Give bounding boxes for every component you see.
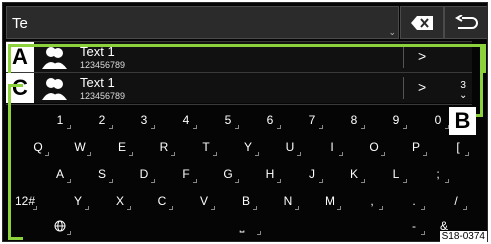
key[interactable]: C (148, 190, 176, 212)
key[interactable]: T (192, 136, 220, 158)
back-button[interactable] (444, 6, 487, 39)
key[interactable]: P (402, 136, 430, 158)
keyboard: 1 2 3 4 5 6 7 8 9 0 Q W E R T Y U I O P … (6, 109, 476, 241)
key[interactable]: V (190, 190, 218, 212)
backspace-icon (411, 15, 433, 30)
key[interactable]: Y (234, 136, 262, 158)
details-arrow-icon[interactable]: > (418, 79, 426, 95)
search-input[interactable]: Te ⌄ (6, 6, 399, 39)
contact-number: 123456789 (80, 91, 126, 101)
key[interactable]: U (276, 136, 304, 158)
key[interactable]: 3 (130, 109, 158, 131)
key[interactable]: . (400, 190, 428, 212)
key[interactable]: G (214, 163, 242, 185)
key[interactable]: - (400, 215, 428, 237)
globe-icon (54, 220, 66, 232)
key[interactable]: E (108, 136, 136, 158)
key[interactable]: B (232, 190, 260, 212)
contact-icon (42, 78, 67, 100)
key[interactable]: 8 (340, 109, 368, 131)
key[interactable]: [ (444, 136, 472, 158)
search-input-value: Te (12, 15, 28, 32)
key[interactable]: H (256, 163, 284, 185)
return-icon (455, 14, 478, 29)
result-row[interactable]: C Text 1 123456789 > (6, 73, 472, 103)
scroll-indicator[interactable]: 3 ⌄ (459, 81, 467, 101)
key[interactable]: D (130, 163, 158, 185)
key[interactable]: Q (24, 136, 52, 158)
separator (403, 77, 404, 99)
key[interactable]: 5 (214, 109, 242, 131)
key[interactable]: 6 (256, 109, 284, 131)
chevron-down-icon: ⌄ (459, 90, 468, 101)
callout-badge: B (449, 107, 476, 135)
key[interactable]: 0 (424, 109, 452, 131)
contact-name: Text 1 (80, 75, 115, 90)
key[interactable]: A (46, 163, 74, 185)
chevron-down-icon: ⌄ (388, 27, 396, 37)
figure-code: S18-0374 (439, 231, 487, 242)
delete-button[interactable] (400, 6, 444, 39)
key[interactable]: X (106, 190, 134, 212)
key[interactable]: 2 (88, 109, 116, 131)
key[interactable]: M (316, 190, 344, 212)
key[interactable]: F (172, 163, 200, 185)
key[interactable]: I (318, 136, 346, 158)
key[interactable]: N (274, 190, 302, 212)
key[interactable]: J (298, 163, 326, 185)
key[interactable]: 4 (172, 109, 200, 131)
key[interactable]: Y (64, 190, 92, 212)
key[interactable]: 1 (46, 109, 74, 131)
key[interactable]: 9 (382, 109, 410, 131)
key[interactable]: O (360, 136, 388, 158)
key[interactable]: / (442, 190, 470, 212)
callout-bracket-c (8, 84, 23, 240)
key[interactable]: S (88, 163, 116, 185)
key[interactable]: ; (424, 163, 452, 185)
key[interactable]: 7 (298, 109, 326, 131)
language-button[interactable] (46, 215, 74, 237)
key[interactable]: R (150, 136, 178, 158)
callout-bracket-a (8, 44, 486, 73)
infotainment-screen: Te ⌄ A Text 1 123456789 > C Text 1 12345… (2, 2, 488, 242)
key[interactable]: K (340, 163, 368, 185)
space-key[interactable]: ⎵ (220, 215, 264, 237)
divider (6, 104, 472, 105)
key[interactable]: W (66, 136, 94, 158)
key[interactable]: L (382, 163, 410, 185)
key[interactable]: , (358, 190, 386, 212)
